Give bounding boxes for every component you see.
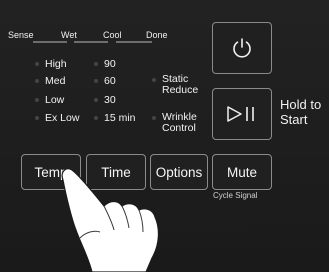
time-option-15: 15 min	[94, 112, 136, 124]
option-static-reduce: Static Reduce	[152, 74, 198, 96]
power-icon	[233, 38, 251, 58]
temp-option-med: Med	[35, 75, 65, 87]
stage-progress-segment	[116, 41, 152, 43]
indicator-light	[35, 79, 39, 84]
time-option-90: 90	[94, 58, 116, 70]
option-wrinkle-control: Wrinkle Control	[152, 112, 197, 134]
stage-progress-segment	[33, 41, 67, 43]
indicator-light	[94, 79, 98, 84]
temp-option-ex-low: Ex Low	[35, 112, 79, 124]
time-option-30: 30	[94, 94, 116, 106]
hold-to-start-label: Hold to Start	[280, 97, 322, 127]
indicator-light	[152, 116, 156, 120]
stage-progress-segment	[74, 41, 108, 43]
power-button[interactable]	[212, 22, 272, 74]
stage-done: Done	[146, 30, 168, 40]
temp-option-high: High	[35, 58, 67, 70]
indicator-light	[35, 62, 39, 67]
cycle-signal-label: Cycle Signal	[213, 191, 258, 200]
indicator-light	[35, 116, 39, 121]
start-pause-button[interactable]	[212, 88, 272, 140]
indicator-light	[94, 98, 98, 103]
time-option-60: 60	[94, 75, 116, 87]
stage-wet: Wet	[61, 30, 77, 40]
time-button[interactable]: Time	[86, 154, 146, 190]
mute-button[interactable]: Mute	[212, 154, 272, 190]
temp-button[interactable]: Temp	[21, 154, 81, 190]
indicator-light	[152, 78, 156, 82]
indicator-light	[35, 98, 39, 103]
indicator-light	[94, 116, 98, 121]
options-button[interactable]: Options	[150, 154, 208, 190]
temp-option-low: Low	[35, 94, 64, 106]
stage-cool: Cool	[103, 30, 122, 40]
dryer-control-panel: Sense Wet Cool Done High Med Low Ex Low …	[0, 0, 329, 272]
stage-sense: Sense	[8, 30, 34, 40]
play-pause-icon	[227, 106, 254, 122]
indicator-light	[94, 62, 98, 67]
